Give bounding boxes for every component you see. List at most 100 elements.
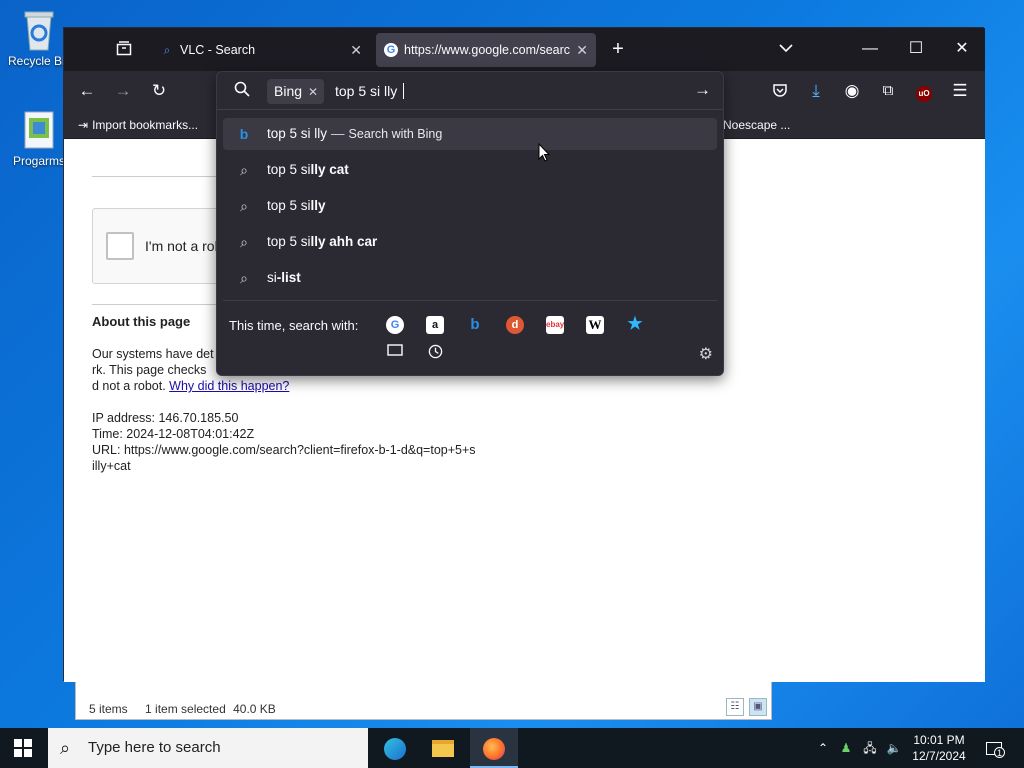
amazon-engine-icon[interactable]: a <box>426 316 444 334</box>
notifications-icon[interactable]: 1 <box>982 728 1006 768</box>
reload-icon[interactable]: ↻ <box>144 76 174 106</box>
tab-google-search[interactable]: G https://www.google.com/searc ✕ <box>376 33 596 67</box>
divider <box>223 300 717 301</box>
about-heading: About this page <box>92 314 191 329</box>
url-line: illy+cat <box>92 459 131 473</box>
suggestion-item[interactable]: ⌕ top 5 silly <box>223 190 717 222</box>
remove-engine-icon[interactable]: ✕ <box>308 85 318 99</box>
search-icon <box>234 81 250 102</box>
urlbar-typed-text[interactable]: top 5 si lly <box>335 83 405 99</box>
taskbar-clock[interactable]: 10:01 PM 12/7/2024 <box>906 732 972 764</box>
network-icon[interactable]: 🖧 <box>860 728 880 768</box>
wikipedia-engine-icon[interactable]: W <box>586 316 604 334</box>
bookmark-noescape[interactable]: Noescape ... <box>723 111 790 139</box>
search-engine-chip[interactable]: Bing ✕ <box>267 79 325 104</box>
list-all-tabs-icon[interactable] <box>770 34 802 64</box>
suggestion-completion: -list <box>276 270 301 285</box>
firefox-view-icon[interactable] <box>108 34 140 64</box>
bookmark-label: Import bookmarks... <box>92 118 199 132</box>
suggestion-completion: lly ahh car <box>310 234 378 249</box>
search-icon: ⌕ <box>60 738 71 758</box>
tab-vlc-search[interactable]: ⌕ VLC - Search ✕ <box>152 33 370 67</box>
windows-start-icon[interactable] <box>14 739 32 762</box>
maximize-icon[interactable]: ☐ <box>900 34 932 64</box>
page-text-prefix: d not a robot. <box>92 379 166 393</box>
new-tab-button[interactable]: + <box>602 34 634 64</box>
taskbar-search-box[interactable]: ⌕ Type here to search <box>48 728 368 768</box>
selection-size: 40.0 KB <box>233 702 276 716</box>
go-arrow-icon[interactable]: → <box>694 80 711 100</box>
extensions-icon[interactable]: ⧉ <box>873 76 903 106</box>
notification-count: 1 <box>994 747 1005 758</box>
suggestion-item[interactable]: ⌕ top 5 silly ahh car <box>223 226 717 258</box>
suggestion-item[interactable]: ⌕ si-list <box>223 262 717 294</box>
page-text-line: Our systems have det <box>92 347 214 361</box>
bookmark-label: Noescape ... <box>723 118 791 132</box>
edge-browser-icon[interactable] <box>376 728 414 768</box>
bookmarks-star-icon[interactable]: ★ <box>626 315 644 333</box>
search-icon: ⌕ <box>240 270 248 286</box>
forward-arrow-icon[interactable]: → <box>108 76 138 106</box>
bookmark-import[interactable]: ⇥ Import bookmarks... <box>78 111 198 139</box>
folder-icon <box>19 108 59 152</box>
suggestion-text: top 5 si <box>267 198 311 213</box>
suggestion-search-with-bing[interactable]: b top 5 si lly — Search with Bing <box>223 118 717 150</box>
search-icon: ⌕ <box>163 43 171 57</box>
tab-bar: ⌕ VLC - Search ✕ G https://www.google.co… <box>64 28 985 71</box>
why-link[interactable]: Why did this happen? <box>169 379 289 393</box>
suggestion-text: top 5 si lly <box>267 126 328 141</box>
menu-hamburger-icon[interactable]: ☰ <box>945 76 975 106</box>
minimize-icon[interactable]: — <box>854 34 886 64</box>
history-clock-icon[interactable] <box>426 344 444 362</box>
suggestion-completion: lly cat <box>310 162 349 177</box>
suggestion-extra: Search with Bing <box>348 127 443 141</box>
close-tab-icon[interactable]: ✕ <box>350 33 362 67</box>
clock-time: 10:01 PM <box>913 733 965 747</box>
suggestion-completion: lly <box>310 198 326 213</box>
tabs-search-icon[interactable] <box>386 344 404 362</box>
items-count: 5 items <box>89 702 128 716</box>
close-tab-icon[interactable]: ✕ <box>572 33 588 67</box>
details-view-icon[interactable]: ☷ <box>726 698 744 716</box>
clock-date: 12/7/2024 <box>912 749 966 763</box>
file-explorer-icon[interactable] <box>424 728 462 768</box>
firefox-taskbar-icon[interactable] <box>470 728 518 768</box>
recycle-bin-icon <box>19 8 59 52</box>
explorer-status-bar: 5 items 1 item selected 40.0 KB <box>89 702 290 716</box>
show-hidden-icons-chevron-icon[interactable]: ⌃ <box>815 728 831 768</box>
account-icon[interactable]: ◉ <box>837 76 867 106</box>
selection-info: 1 item selected <box>145 702 226 716</box>
timestamp: Time: 2024-12-08T04:01:42Z <box>92 427 255 441</box>
urlbar-input[interactable]: Bing ✕ top 5 si lly → <box>217 72 723 110</box>
volume-icon[interactable]: 🔈 <box>884 728 904 768</box>
search-icon: ⌕ <box>240 198 248 214</box>
urlbar-dropdown: Bing ✕ top 5 si lly → b top 5 si lly — Sear… <box>216 71 724 376</box>
google-icon: G <box>384 43 398 57</box>
search-placeholder: Type here to search <box>88 739 221 756</box>
recaptcha-checkbox[interactable] <box>106 232 134 260</box>
duckduckgo-engine-icon[interactable]: d <box>506 316 524 334</box>
url-line: URL: https://www.google.com/search?clien… <box>92 443 476 457</box>
ip-address: IP address: 146.70.185.50 <box>92 411 239 425</box>
bing-engine-icon[interactable]: b <box>466 316 484 334</box>
text-caret <box>403 83 405 99</box>
google-engine-icon[interactable]: G <box>386 316 404 334</box>
ebay-engine-icon[interactable]: ebay <box>546 316 564 334</box>
downloads-icon[interactable]: ⤓ <box>801 76 831 106</box>
ublock-origin-icon[interactable]: uO <box>909 76 939 106</box>
page-text-line: d not a robot. Why did this happen? <box>92 379 289 393</box>
large-icons-view-icon[interactable]: ▣ <box>749 698 767 716</box>
close-window-icon[interactable]: ✕ <box>946 34 978 64</box>
bing-icon: b <box>239 126 249 142</box>
people-icon[interactable]: ♟ <box>837 728 855 768</box>
page-text-line: rk. This page checks <box>92 363 207 377</box>
pocket-icon[interactable] <box>765 76 795 106</box>
search-icon: ⌕ <box>240 234 248 250</box>
suggestion-text: si <box>267 270 277 285</box>
back-arrow-icon[interactable]: ← <box>72 76 102 106</box>
engine-chip-label: Bing <box>274 83 303 99</box>
file-explorer-window: 5 items 1 item selected 40.0 KB ☷ ▣ <box>75 680 772 720</box>
suggestion-item[interactable]: ⌕ top 5 silly cat <box>223 154 717 186</box>
suggestion-text: top 5 si <box>267 162 311 177</box>
search-settings-gear-icon[interactable]: ⚙ <box>699 344 713 364</box>
